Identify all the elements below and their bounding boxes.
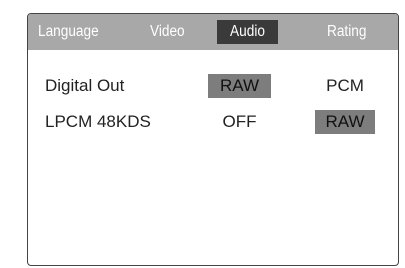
- digital-out-option-pcm[interactable]: PCM: [315, 74, 375, 98]
- tab-bar: Language Video Audio Rating: [28, 14, 398, 50]
- digital-out-option-raw[interactable]: RAW: [208, 74, 271, 98]
- setup-menu-panel: Language Video Audio Rating Digital Out …: [27, 13, 399, 266]
- tab-video[interactable]: Video: [150, 14, 185, 50]
- lpcm-label: LPCM 48KDS: [45, 112, 151, 131]
- tab-language[interactable]: Language: [38, 14, 99, 50]
- tab-rating[interactable]: Rating: [327, 14, 366, 50]
- digital-out-label: Digital Out: [45, 76, 125, 95]
- tab-audio[interactable]: Audio: [217, 20, 278, 44]
- tab-audio-label: Audio: [230, 23, 265, 40]
- lpcm-option-off[interactable]: OFF: [208, 110, 271, 134]
- lpcm-option-raw[interactable]: RAW: [315, 110, 375, 134]
